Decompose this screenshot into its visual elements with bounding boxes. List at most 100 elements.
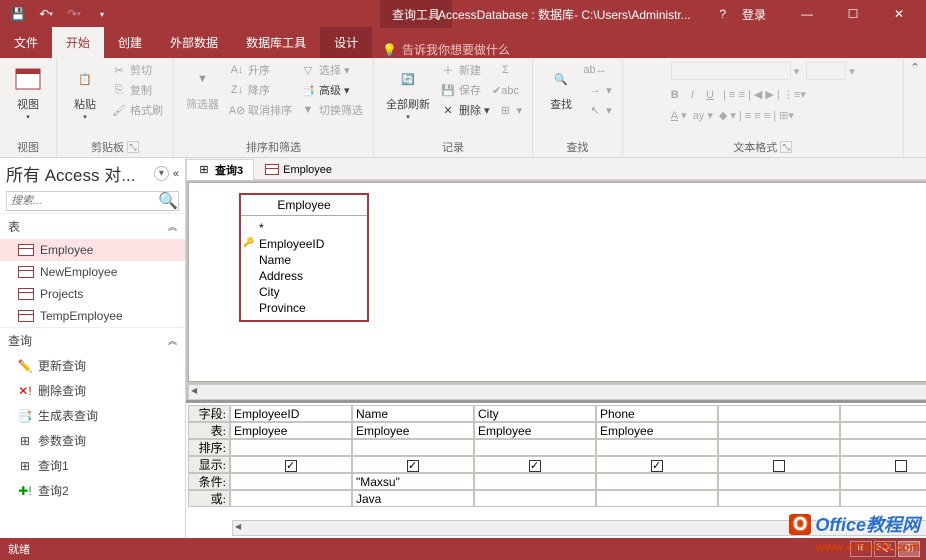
cell-crit-0[interactable] <box>230 473 352 490</box>
redo-icon[interactable]: ↷▾ <box>62 2 86 26</box>
new-button[interactable]: ＋新建 <box>438 61 492 79</box>
field-star[interactable]: * <box>247 220 361 236</box>
cell-table-3[interactable]: Employee <box>596 422 718 439</box>
tab-design[interactable]: 设计 <box>320 27 372 58</box>
cell-table-2[interactable]: Employee <box>474 422 596 439</box>
cell-or-3[interactable] <box>596 490 718 507</box>
shutter-icon[interactable]: « <box>173 168 179 180</box>
nav-item-update-query[interactable]: ✏️更新查询 <box>0 353 185 378</box>
cell-field-1[interactable]: Name <box>352 405 474 422</box>
field-province[interactable]: Province <box>247 300 361 316</box>
collapse-icon[interactable]: ︽ <box>168 220 177 233</box>
close-button[interactable]: ✕ <box>876 0 922 28</box>
cell-show-0[interactable] <box>230 456 352 473</box>
maximize-button[interactable]: ☐ <box>830 0 876 28</box>
nav-item-projects[interactable]: Projects <box>0 283 185 305</box>
cell-or-4[interactable] <box>718 490 840 507</box>
design-surface[interactable]: Employee * EmployeeID Name Address City … <box>186 180 926 384</box>
format-painter-button[interactable]: 🖌格式刷 <box>109 101 165 119</box>
chevron-down-icon[interactable]: ▾ <box>154 166 169 181</box>
nav-item-newemployee[interactable]: NewEmployee <box>0 261 185 283</box>
filter-button[interactable]: ▼筛选器 <box>182 61 223 114</box>
field-employeeid[interactable]: EmployeeID <box>247 236 361 252</box>
search-input[interactable] <box>7 192 158 210</box>
asc-button[interactable]: A↓升序 <box>227 61 294 79</box>
nav-item-employee[interactable]: Employee <box>0 239 185 261</box>
cell-sort-4[interactable] <box>718 439 840 456</box>
collapse-ribbon-icon[interactable]: ˆ <box>904 58 926 157</box>
field-city[interactable]: City <box>247 284 361 300</box>
cell-or-5[interactable] <box>840 490 926 507</box>
collapse-icon[interactable]: ︽ <box>168 334 177 347</box>
copy-button[interactable]: ⎘复制 <box>109 81 165 99</box>
cell-table-0[interactable]: Employee <box>230 422 352 439</box>
cell-field-3[interactable]: Phone <box>596 405 718 422</box>
cell-sort-3[interactable] <box>596 439 718 456</box>
totals-button[interactable]: Σ <box>496 61 525 79</box>
nav-item-delete-query[interactable]: ✕!删除查询 <box>0 378 185 403</box>
cell-table-5[interactable] <box>840 422 926 439</box>
goto-button[interactable]: →▾ <box>585 81 614 99</box>
tab-create[interactable]: 创建 <box>104 27 156 58</box>
paste-button[interactable]: 📋粘贴▾ <box>65 61 105 123</box>
cell-field-0[interactable]: EmployeeID <box>230 405 352 422</box>
clipboard-launcher[interactable]: ⤡ <box>127 141 139 153</box>
table-box-employee[interactable]: Employee * EmployeeID Name Address City … <box>239 193 369 322</box>
desc-button[interactable]: Z↓降序 <box>227 81 294 99</box>
select-button[interactable]: ↖▾ <box>585 101 614 119</box>
qat-customize-icon[interactable]: ▾ <box>90 2 114 26</box>
doc-tab-employee[interactable]: Employee <box>254 161 343 178</box>
cell-or-1[interactable]: Java <box>352 490 474 507</box>
delete-button[interactable]: ✕删除▾ <box>438 101 492 119</box>
save-button[interactable]: 💾保存 <box>438 81 492 99</box>
cell-crit-3[interactable] <box>596 473 718 490</box>
refresh-button[interactable]: 🔄全部刷新▾ <box>382 61 434 123</box>
textfmt-launcher[interactable]: ⤡ <box>780 141 792 153</box>
minimize-button[interactable]: — <box>784 0 830 28</box>
view-button[interactable]: 视图▾ <box>8 61 48 123</box>
cell-crit-1[interactable]: "Maxsu" <box>352 473 474 490</box>
tell-me[interactable]: 💡告诉我你想要做什么 <box>372 41 520 58</box>
cell-show-3[interactable] <box>596 456 718 473</box>
cell-or-0[interactable] <box>230 490 352 507</box>
doc-tab-query3[interactable]: ⊞查询3 <box>186 159 254 180</box>
nav-item-query2[interactable]: ✚!查询2 <box>0 478 185 503</box>
cell-show-4[interactable] <box>718 456 840 473</box>
cell-or-2[interactable] <box>474 490 596 507</box>
tab-dbtools[interactable]: 数据库工具 <box>232 27 320 58</box>
replace-button[interactable]: ab↔ <box>585 61 614 79</box>
selection-button[interactable]: ▽选择▾ <box>298 61 365 79</box>
undo-icon[interactable]: ↶▾ <box>34 2 58 26</box>
tab-home[interactable]: 开始 <box>52 27 104 58</box>
nav-section-queries[interactable]: 查询︽ <box>0 327 185 353</box>
cell-field-4[interactable] <box>718 405 840 422</box>
help-icon[interactable]: ? <box>719 7 726 21</box>
nav-item-tempemployee[interactable]: TempEmployee <box>0 305 185 327</box>
nav-item-maketable-query[interactable]: 📑生成表查询 <box>0 403 185 428</box>
cell-show-5[interactable] <box>840 456 926 473</box>
tab-external[interactable]: 外部数据 <box>156 27 232 58</box>
find-button[interactable]: 🔍查找 <box>541 61 581 114</box>
cell-table-1[interactable]: Employee <box>352 422 474 439</box>
cell-crit-4[interactable] <box>718 473 840 490</box>
tab-file[interactable]: 文件 <box>0 27 52 58</box>
cell-crit-2[interactable] <box>474 473 596 490</box>
cut-button[interactable]: ✂剪切 <box>109 61 165 79</box>
cell-sort-0[interactable] <box>230 439 352 456</box>
cell-field-2[interactable]: City <box>474 405 596 422</box>
more-button[interactable]: ⊞▾ <box>496 101 525 119</box>
field-address[interactable]: Address <box>247 268 361 284</box>
toggle-filter-button[interactable]: ▼切换筛选 <box>298 101 365 119</box>
cell-sort-2[interactable] <box>474 439 596 456</box>
field-list[interactable]: * EmployeeID Name Address City Province <box>241 216 367 320</box>
cell-crit-5[interactable] <box>840 473 926 490</box>
field-name[interactable]: Name <box>247 252 361 268</box>
search-icon[interactable]: 🔍 <box>158 192 178 210</box>
advanced-button[interactable]: 📑高级▾ <box>298 81 365 99</box>
horizontal-scrollbar-upper[interactable] <box>188 384 926 400</box>
remove-sort-button[interactable]: A⊘取消排序 <box>227 101 294 119</box>
cell-show-1[interactable] <box>352 456 474 473</box>
nav-item-param-query[interactable]: ⊞参数查询 <box>0 428 185 453</box>
save-icon[interactable]: 💾 <box>6 2 30 26</box>
cell-sort-5[interactable] <box>840 439 926 456</box>
